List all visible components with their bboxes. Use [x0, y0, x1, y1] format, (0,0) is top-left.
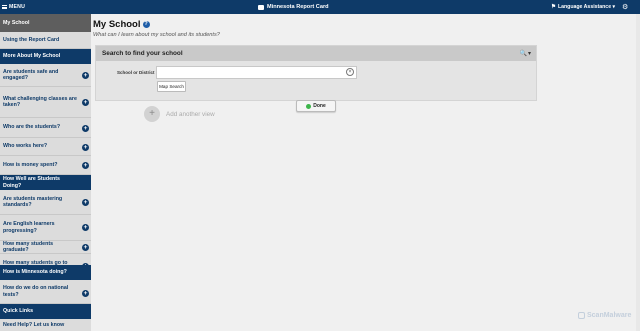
- sidebar-section-label: How is Minnesota doing?: [3, 269, 67, 276]
- search-panel-header: Search to find your school 🔍 ▾: [96, 46, 536, 61]
- sidebar-section-label: Quick Links: [3, 308, 34, 315]
- plus-icon[interactable]: +: [82, 199, 89, 206]
- done-label: Done: [313, 103, 326, 109]
- done-status-icon: [306, 103, 312, 109]
- sidebar-item-students-graduate[interactable]: How many students graduate? +: [0, 241, 91, 254]
- sidebar-section-how-well: How Well are Students Doing?: [0, 175, 91, 190]
- sidebar-item-national-tests[interactable]: How do we do on national tests? +: [0, 280, 91, 304]
- sidebar-item-label: Are English learners progressing?: [3, 221, 55, 234]
- language-assistance-button[interactable]: ⚑ Language Assistance ▾: [551, 0, 615, 14]
- plus-icon[interactable]: +: [82, 72, 89, 79]
- chevron-down-icon: ▾: [527, 51, 531, 57]
- flag-icon: ⚑: [551, 4, 556, 10]
- plus-icon[interactable]: +: [82, 162, 89, 169]
- sidebar-section-quick-links[interactable]: Quick Links: [0, 304, 91, 319]
- school-district-label: School or District: [117, 70, 155, 75]
- brand-title: Minnesota Report Card: [267, 4, 329, 10]
- sidebar-item-label: Are students mastering standards?: [3, 195, 63, 208]
- sidebar-item-label: Need Help? Let us know: [3, 321, 65, 328]
- plus-icon[interactable]: +: [82, 290, 89, 297]
- watermark: ScanMalware: [578, 312, 631, 319]
- sidebar-item-need-help[interactable]: Need Help? Let us know: [0, 319, 91, 331]
- sidebar-item-who-are-students[interactable]: Who are the students? +: [0, 118, 91, 138]
- sidebar-item-label: How many students graduate?: [3, 240, 54, 253]
- menu-button[interactable]: MENU: [2, 0, 25, 14]
- plus-icon[interactable]: +: [82, 144, 89, 151]
- sidebar-item-english-learners[interactable]: Are English learners progressing? +: [0, 215, 91, 241]
- menu-label: MENU: [9, 4, 26, 10]
- done-button[interactable]: Done: [296, 100, 336, 112]
- sidebar-item-label: What challenging classes are taken?: [3, 95, 77, 108]
- sidebar-item-label: My School: [3, 19, 30, 26]
- watermark-text: ScanMalware: [587, 312, 632, 319]
- sidebar-item-label: Who works here?: [3, 143, 48, 150]
- sidebar-section-minnesota: How is Minnesota doing?: [0, 265, 91, 280]
- add-another-view[interactable]: + Add another view: [144, 106, 215, 122]
- sidebar-section-label: How Well are Students Doing?: [3, 176, 61, 189]
- brand-logo-icon: [258, 4, 264, 10]
- sidebar-item-label: How is money spent?: [3, 161, 58, 168]
- add-view-label: Add another view: [166, 110, 215, 118]
- watermark-logo-icon: [578, 312, 585, 319]
- top-bar: MENU Minnesota Report Card ⚑ Language As…: [0, 0, 640, 14]
- sidebar-item-label: How do we do on national tests?: [3, 285, 69, 298]
- sidebar-item-using-report-card[interactable]: Using the Report Card: [0, 32, 91, 49]
- plus-icon[interactable]: +: [82, 125, 89, 132]
- sidebar-section-label: More About My School: [3, 53, 61, 60]
- page-subtitle: What can I learn about my school and its…: [93, 32, 220, 38]
- sidebar-item-label: Are students safe and engaged?: [3, 68, 59, 81]
- sidebar: My School Using the Report Card More Abo…: [0, 14, 91, 331]
- panel-tools[interactable]: 🔍 ▾: [520, 46, 532, 61]
- plus-icon[interactable]: +: [82, 99, 89, 106]
- search-icon: 🔍: [519, 51, 527, 57]
- sidebar-item-label: Who are the students?: [3, 124, 61, 131]
- clear-icon[interactable]: ×: [346, 68, 354, 76]
- search-panel-title: Search to find your school: [102, 50, 183, 57]
- sidebar-item-my-school[interactable]: My School: [0, 14, 91, 32]
- school-district-input[interactable]: [156, 66, 357, 79]
- sidebar-section-more-about: More About My School: [0, 49, 91, 64]
- page-title-row: My School ?: [93, 19, 150, 30]
- plus-icon[interactable]: +: [82, 224, 89, 231]
- gear-icon[interactable]: ⚙: [622, 0, 628, 14]
- page-title: My School: [93, 19, 141, 30]
- help-icon[interactable]: ?: [142, 21, 150, 28]
- sidebar-item-label: Using the Report Card: [3, 36, 60, 43]
- language-label: Language Assistance ▾: [557, 4, 616, 10]
- sidebar-item-money-spent[interactable]: How is money spent? +: [0, 156, 91, 175]
- brand-link[interactable]: Minnesota Report Card: [258, 0, 329, 14]
- map-search-button[interactable]: Map Search: [157, 81, 186, 92]
- hamburger-icon: [2, 5, 7, 9]
- sidebar-item-safe-engaged[interactable]: Are students safe and engaged? +: [0, 64, 91, 87]
- sidebar-item-who-works-here[interactable]: Who works here? +: [0, 138, 91, 156]
- plus-icon[interactable]: +: [82, 244, 89, 251]
- scrollbar[interactable]: [636, 14, 640, 331]
- add-icon[interactable]: +: [144, 106, 160, 122]
- sidebar-item-challenging-classes[interactable]: What challenging classes are taken? +: [0, 87, 91, 118]
- sidebar-item-mastering-standards[interactable]: Are students mastering standards? +: [0, 190, 91, 215]
